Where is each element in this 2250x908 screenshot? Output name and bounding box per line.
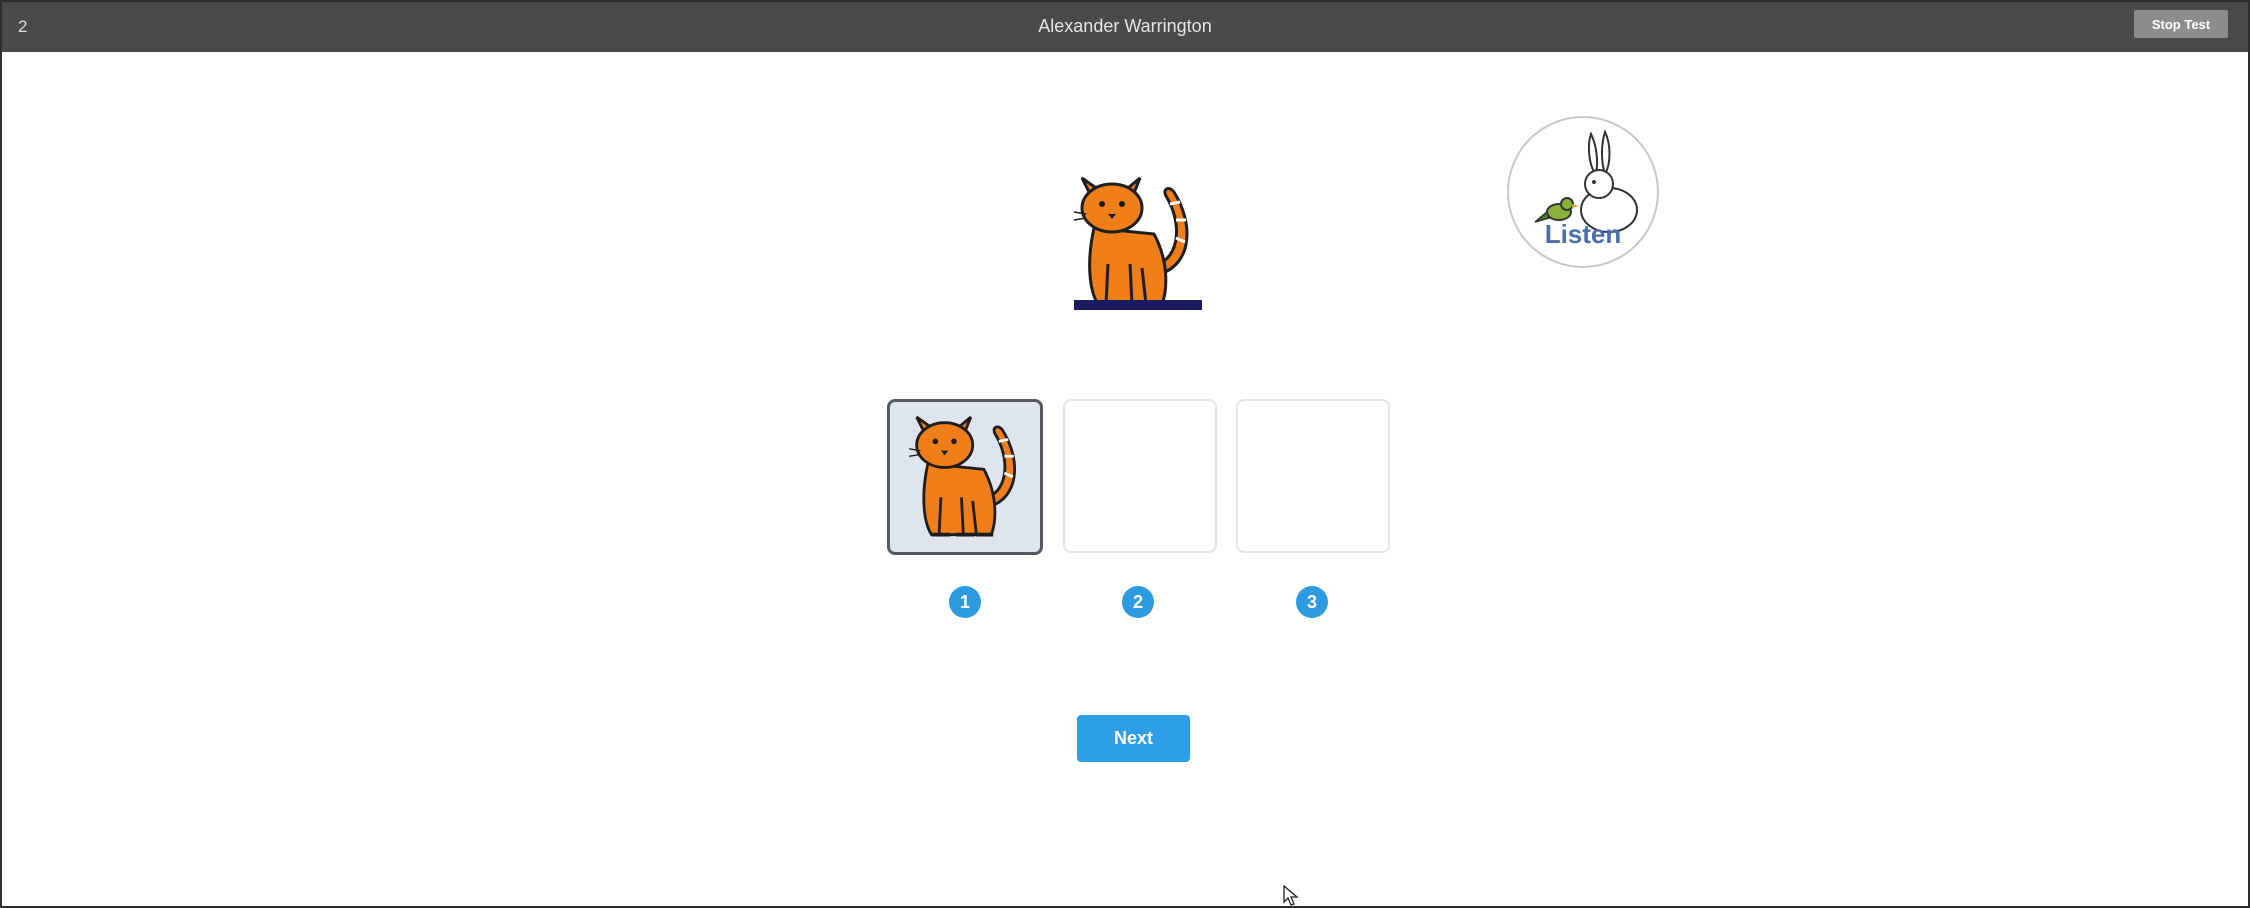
cat-icon [909,415,1016,537]
mouse-cursor-icon [1283,885,1299,906]
top-bar: 2 Alexander Warrington Stop Test [2,2,2248,52]
app-window: 2 Alexander Warrington Stop Test Listen … [0,0,2250,908]
listen-button[interactable]: Listen [1507,116,1659,268]
answer-slot-1[interactable] [887,399,1043,555]
prompt-underline [1074,300,1202,310]
student-name: Alexander Warrington [1038,16,1212,36]
answer-slot-3[interactable] [1236,399,1390,553]
slot-number-badge-2: 2 [1122,586,1154,618]
slot-number-badge-1: 1 [949,586,981,618]
answer-slot-2[interactable] [1063,399,1217,553]
prompt-cat-icon [1072,164,1202,314]
next-button[interactable]: Next [1077,715,1190,762]
slot-number-badge-3: 3 [1296,586,1328,618]
stop-test-button[interactable]: Stop Test [2134,10,2228,38]
listen-label: Listen [1544,219,1622,249]
